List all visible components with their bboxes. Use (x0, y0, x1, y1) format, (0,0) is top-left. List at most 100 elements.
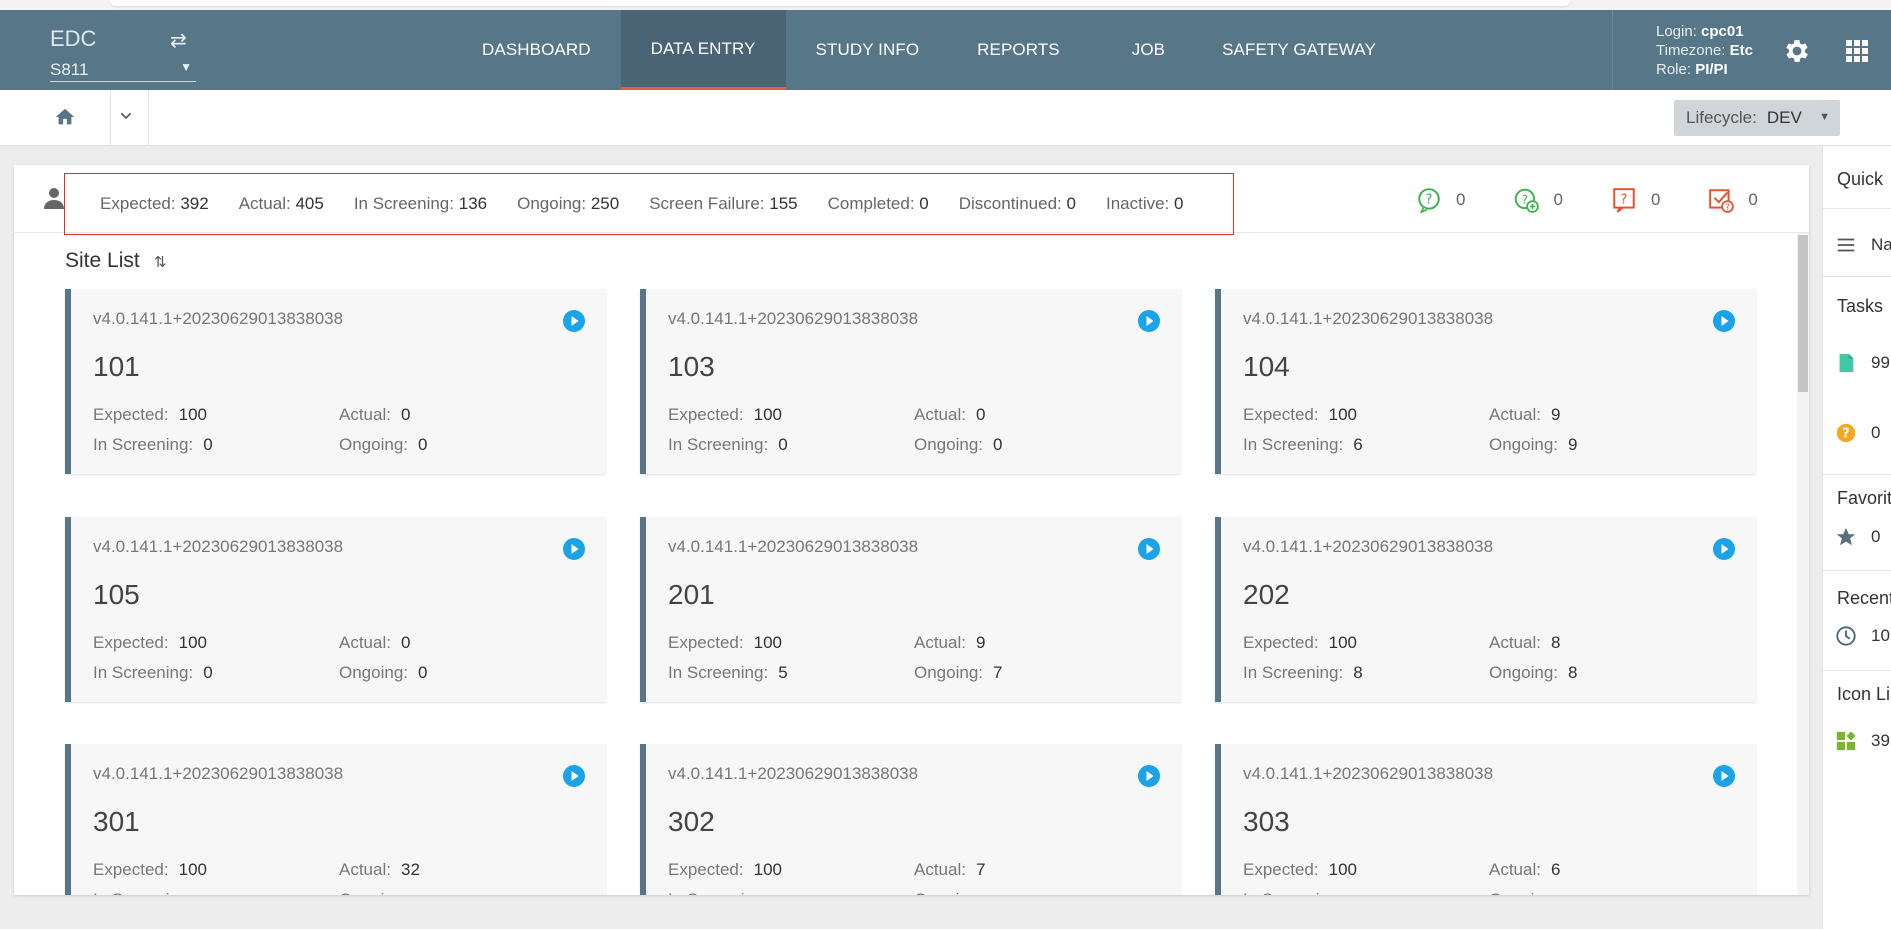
site-card[interactable]: v4.0.141.1+20230629013838038 302 Expected:… (640, 744, 1181, 895)
play-icon[interactable] (1712, 309, 1736, 333)
quick-panel: Quick Na Tasks 99 ? 0 Favorite 0 Recent … (1822, 146, 1891, 929)
site-card[interactable]: v4.0.141.1+20230629013838038 301 Expected:… (65, 744, 606, 895)
favorites-item[interactable]: 0 (1835, 526, 1880, 548)
tab-job[interactable]: JOB (1098, 10, 1205, 90)
site-ongoing: Ongoing: (914, 890, 993, 895)
play-icon[interactable] (1712, 764, 1736, 788)
gear-icon[interactable] (1782, 36, 1812, 66)
site-card[interactable]: v4.0.141.1+20230629013838038 104 Expected:… (1215, 289, 1756, 474)
tab-study-info[interactable]: STUDY INFO (786, 10, 950, 90)
scrollbar-thumb[interactable] (1798, 235, 1808, 392)
site-number: 201 (668, 579, 715, 610)
site-number: 103 (668, 351, 715, 382)
icon-list-title: Icon Lis (1837, 684, 1891, 704)
site-ongoing: Ongoing: 0 (914, 435, 1003, 454)
site-actual: Actual: 0 (339, 405, 411, 424)
site-in-screening: In Screening: 8 (1243, 663, 1363, 682)
divider (1823, 570, 1891, 571)
site-in-screening: In Screening: (1243, 890, 1353, 895)
site-number: 301 (93, 806, 140, 837)
site-expected: Expected: 100 (93, 860, 207, 879)
site-ongoing: Ongoing: 8 (1489, 663, 1578, 682)
divider (1823, 474, 1891, 475)
site-version: v4.0.141.1+20230629013838038 (1243, 764, 1494, 783)
svg-text:?: ? (1426, 192, 1433, 207)
site-card[interactable]: v4.0.141.1+20230629013838038 303 Expected:… (1215, 744, 1756, 895)
site-ongoing: Ongoing: 0 (339, 663, 428, 682)
quick-nav-item[interactable]: Na (1835, 234, 1891, 256)
site-actual: Actual: 0 (339, 633, 411, 652)
home-icon[interactable] (54, 106, 76, 128)
site-version: v4.0.141.1+20230629013838038 (93, 764, 344, 783)
play-icon[interactable] (562, 537, 586, 561)
site-actual: Actual: 9 (1489, 405, 1561, 424)
site-version: v4.0.141.1+20230629013838038 (1243, 537, 1494, 556)
divider (1823, 670, 1891, 671)
site-actual: Actual: 0 (914, 405, 986, 424)
site-version: v4.0.141.1+20230629013838038 (93, 309, 344, 328)
question-icon: ? (1836, 423, 1856, 443)
play-icon[interactable] (1137, 309, 1161, 333)
timezone-label: Timezone: (1656, 42, 1726, 59)
recent-item[interactable]: 10 (1835, 625, 1890, 647)
site-in-screening: In Screening: 5 (668, 663, 788, 682)
role-value: PI/PI (1695, 61, 1728, 78)
divider (1823, 208, 1891, 209)
icon-list-item[interactable]: 39 (1835, 730, 1890, 752)
site-expected: Expected: 100 (1243, 405, 1357, 424)
widgets-icon (1836, 731, 1856, 751)
site-number: 101 (93, 351, 140, 382)
site-card[interactable]: v4.0.141.1+20230629013838038 105 Expected:… (65, 517, 606, 702)
site-in-screening: In Screening: 0 (668, 435, 788, 454)
timezone-value: Etc (1729, 42, 1753, 59)
chevron-down-icon[interactable] (118, 108, 134, 124)
divider (148, 90, 149, 146)
site-list-title: Site List (65, 249, 140, 272)
site-version: v4.0.141.1+20230629013838038 (1243, 309, 1494, 328)
summary-stats-box: Expected: 392 Actual: 405 In Screening: … (64, 173, 1234, 235)
site-card[interactable]: v4.0.141.1+20230629013838038 201 Expected:… (640, 517, 1181, 702)
site-card[interactable]: v4.0.141.1+20230629013838038 202 Expected:… (1215, 517, 1756, 702)
new-query-count[interactable]: ? 0 (1611, 187, 1660, 213)
tab-reports[interactable]: REPORTS (949, 10, 1098, 90)
tab-dashboard[interactable]: DASHBOARD (465, 10, 621, 90)
task-queries[interactable]: ? 0 (1835, 422, 1880, 444)
sort-icon[interactable]: ⇅ (154, 253, 167, 271)
verify-query-icon: ? (1709, 189, 1735, 213)
site-card[interactable]: v4.0.141.1+20230629013838038 103 Expected:… (640, 289, 1181, 474)
site-number: 302 (668, 806, 715, 837)
site-actual: Actual: 32 (339, 860, 420, 879)
site-expected: Expected: 100 (668, 405, 782, 424)
site-in-screening: In Screening: 0 (93, 435, 213, 454)
stat-inactive: Inactive: 0 (1105, 194, 1184, 213)
site-in-screening: In Screening: 6 (1243, 435, 1363, 454)
tab-data-entry[interactable]: DATA ENTRY (620, 10, 786, 90)
tab-safety-gateway[interactable]: SAFETY GATEWAY (1205, 10, 1393, 90)
site-ongoing: Ongoing: 0 (339, 435, 428, 454)
site-actual: Actual: 7 (914, 860, 986, 879)
swap-study-icon[interactable]: ⇄ (170, 28, 187, 53)
site-actual: Actual: 9 (914, 633, 986, 652)
play-icon[interactable] (562, 309, 586, 333)
stat-in-screening: In Screening: 136 (353, 194, 488, 213)
lifecycle-select[interactable]: Lifecycle: DEV ▼ (1674, 100, 1840, 136)
site-expected: Expected: 100 (1243, 633, 1357, 652)
play-icon[interactable] (1137, 537, 1161, 561)
play-icon[interactable] (1137, 764, 1161, 788)
apps-grid-icon[interactable] (1846, 40, 1868, 62)
task-documents[interactable]: 99 (1835, 352, 1890, 374)
brand-label: EDC (50, 26, 97, 51)
answered-query-count[interactable]: ? 0 (1513, 187, 1563, 213)
verify-query-count[interactable]: ? 0 (1708, 187, 1758, 213)
site-number: 303 (1243, 806, 1290, 837)
study-select[interactable]: S811 ▼ (50, 60, 196, 82)
stat-actual: Actual: 405 (238, 194, 324, 213)
open-query-count[interactable]: ? 0 (1416, 187, 1465, 213)
login-label: Login: (1656, 23, 1697, 40)
caret-down-icon: ▼ (180, 60, 192, 74)
play-icon[interactable] (562, 764, 586, 788)
play-icon[interactable] (1712, 537, 1736, 561)
summary-row: Expected: 392 Actual: 405 In Screening: … (14, 165, 1809, 235)
lifecycle-value: DEV (1766, 108, 1802, 127)
site-card[interactable]: v4.0.141.1+20230629013838038 101 Expected:… (65, 289, 606, 474)
